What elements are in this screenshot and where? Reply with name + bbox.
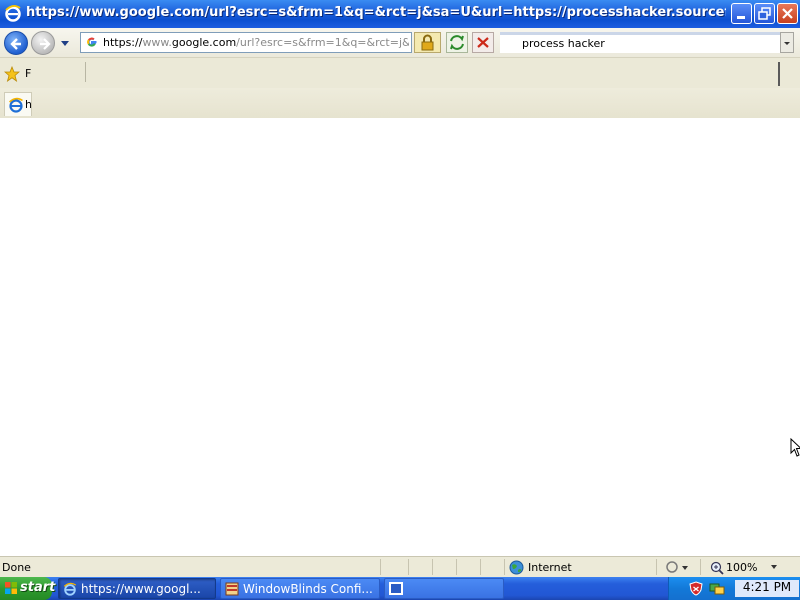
taskbar-item-ie[interactable]: https://www.googl... <box>58 578 216 599</box>
start-button[interactable]: start <box>0 577 56 600</box>
restore-icon <box>758 7 771 20</box>
zoom-level[interactable]: 100% <box>726 561 757 574</box>
forward-arrow-icon <box>40 38 51 50</box>
tab-active[interactable]: h <box>4 92 32 116</box>
status-separator <box>380 559 381 575</box>
taskbar-item-windowblinds[interactable]: WindowBlinds Confi... <box>220 578 380 599</box>
minimize-icon <box>737 16 745 19</box>
stop-button[interactable] <box>472 32 494 53</box>
tab-label: h <box>25 98 32 111</box>
status-separator <box>656 559 657 575</box>
tab-row: h <box>0 88 800 118</box>
refresh-icon <box>450 35 464 50</box>
close-button[interactable] <box>777 3 798 24</box>
security-shield-icon[interactable] <box>689 581 703 596</box>
internet-globe-icon <box>509 560 524 575</box>
favorites-star-icon[interactable] <box>4 66 20 82</box>
status-bar: Done Internet 100% <box>0 556 800 577</box>
favorites-separator <box>85 62 86 82</box>
taskbar-item-label: https://www.googl... <box>81 582 201 596</box>
windows-flag-icon <box>5 582 17 594</box>
url-www: www. <box>142 36 172 49</box>
zoom-icon <box>710 561 724 575</box>
status-separator <box>408 559 409 575</box>
ie-logo-icon <box>5 5 21 22</box>
refresh-button[interactable] <box>446 32 468 53</box>
address-url: https://www.google.com/url?esrc=s&frm=1&… <box>103 36 409 49</box>
url-path: /url?esrc=s&frm=1&q=&rct=j&sa= <box>236 36 409 49</box>
favorites-label[interactable]: F <box>25 67 31 80</box>
recent-pages-dropdown-icon[interactable] <box>60 38 70 48</box>
search-dropdown-button[interactable] <box>780 32 794 53</box>
chevron-down-icon[interactable] <box>770 563 778 571</box>
window-titlebar[interactable]: https://www.google.com/url?esrc=s&frm=1&… <box>0 0 800 28</box>
restore-button[interactable] <box>754 3 775 24</box>
security-lock-button[interactable] <box>414 32 441 53</box>
windowblinds-icon <box>225 582 239 596</box>
search-box[interactable]: process hacker <box>500 32 782 53</box>
protected-mode-icon[interactable] <box>666 560 690 574</box>
status-separator <box>504 559 505 575</box>
start-label: start <box>20 580 56 595</box>
minimize-button[interactable] <box>731 3 752 24</box>
google-favicon-icon <box>87 37 97 47</box>
back-arrow-icon <box>10 38 21 50</box>
window-title: https://www.google.com/url?esrc=s&frm=1&… <box>26 5 726 20</box>
url-host: google.com <box>171 36 237 49</box>
status-text: Done <box>2 561 31 574</box>
back-button[interactable] <box>4 31 28 55</box>
toolbar-grip <box>778 62 780 86</box>
ie-page-icon <box>8 97 23 113</box>
stop-icon <box>477 37 489 48</box>
status-separator <box>480 559 481 575</box>
window-icon <box>389 582 403 595</box>
status-separator <box>432 559 433 575</box>
page-content[interactable] <box>0 118 800 556</box>
system-tray: 4:21 PM <box>668 577 800 600</box>
lock-icon <box>421 34 434 51</box>
ie-icon <box>63 582 77 596</box>
forward-button[interactable] <box>31 31 55 55</box>
address-bar[interactable]: https://www.google.com/url?esrc=s&frm=1&… <box>80 32 412 53</box>
status-separator <box>700 559 701 575</box>
close-icon <box>782 8 793 19</box>
zone-label: Internet <box>528 561 572 574</box>
clock[interactable]: 4:21 PM <box>735 580 799 597</box>
mouse-cursor-icon <box>790 438 800 457</box>
url-scheme: https:// <box>103 36 143 49</box>
search-query: process hacker <box>522 37 605 50</box>
taskbar: start https://www.googl... WindowBlinds … <box>0 577 800 600</box>
taskbar-item-window[interactable] <box>384 578 504 599</box>
favorites-bar: F h <box>0 58 800 118</box>
security-zone[interactable]: Internet <box>508 559 656 576</box>
chevron-down-icon <box>784 42 790 45</box>
network-icon[interactable] <box>709 581 725 596</box>
taskbar-item-label: WindowBlinds Confi... <box>243 582 373 596</box>
status-separator <box>456 559 457 575</box>
